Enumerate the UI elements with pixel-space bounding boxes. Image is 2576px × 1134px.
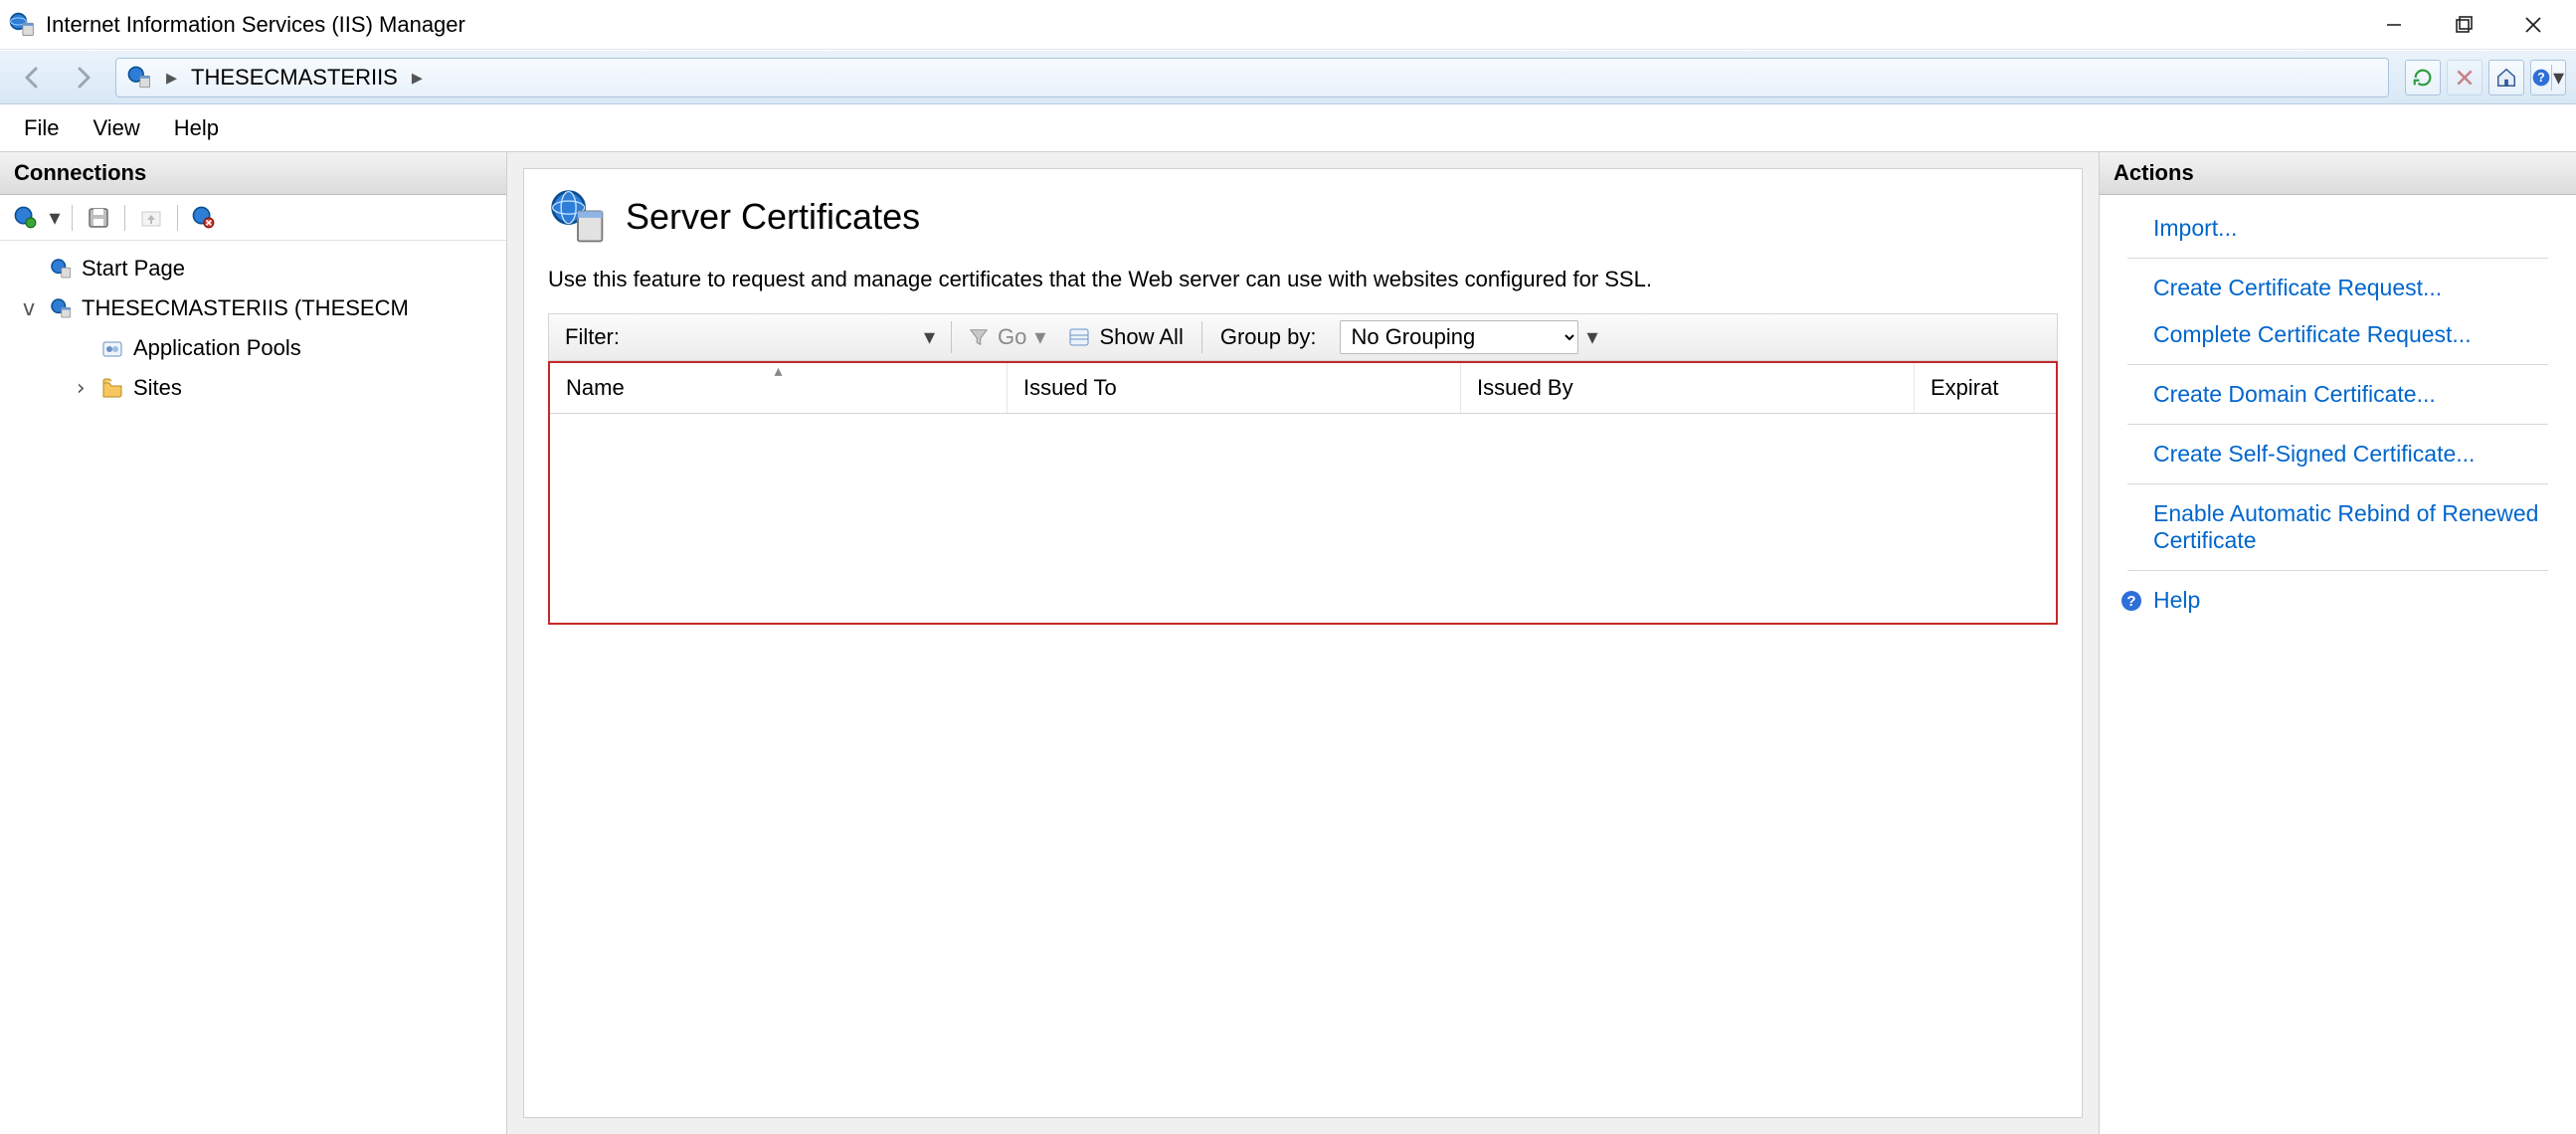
action-create-self-signed-cert-label: Create Self-Signed Certificate... <box>2153 441 2475 468</box>
svg-text:?: ? <box>2126 593 2135 610</box>
server-node-icon <box>48 295 74 321</box>
breadcrumb-separator-icon: ▸ <box>166 65 177 91</box>
actions-header: Actions <box>2100 152 2576 195</box>
expand-icon[interactable]: › <box>70 376 92 401</box>
action-import-label: Import... <box>2153 215 2237 242</box>
filter-input[interactable] <box>636 320 914 354</box>
stop-button[interactable] <box>2447 60 2483 95</box>
connections-tree: Start Page v THESECMASTERIIS (THESECM Ap… <box>0 241 506 408</box>
chevron-down-icon[interactable]: ▾ <box>48 205 62 231</box>
tree-app-pools-label: Application Pools <box>133 335 301 361</box>
show-all-button[interactable]: Show All <box>1055 324 1195 350</box>
filter-dropdown-icon[interactable]: ▾ <box>914 324 945 350</box>
sort-ascending-icon: ▴ <box>774 361 782 381</box>
server-certificates-icon <box>548 187 608 247</box>
breadcrumb-server[interactable]: THESECMASTERIIS <box>191 65 398 91</box>
up-level-button[interactable] <box>135 202 167 234</box>
tree-app-pools[interactable]: Application Pools <box>14 328 506 368</box>
tree-sites-label: Sites <box>133 375 182 401</box>
action-enable-auto-rebind-label: Enable Automatic Rebind of Renewed Certi… <box>2153 500 2546 554</box>
maximize-button[interactable] <box>2429 0 2498 50</box>
action-create-cert-request-label: Create Certificate Request... <box>2153 275 2442 301</box>
group-by-select[interactable]: No Grouping <box>1340 320 1578 354</box>
action-complete-cert-request[interactable]: Complete Certificate Request... <box>2100 311 2576 358</box>
actions-panel: Actions Import... Create Certificate Req… <box>2099 152 2576 1134</box>
navbar-right-icons: ? ▾ <box>2399 60 2566 95</box>
grid-header-row: ▴ Name Issued To Issued By Expirat <box>550 363 2056 414</box>
group-by-extra-dropdown[interactable]: ▾ <box>1578 324 1605 350</box>
filter-toolbar: Filter: ▾ Go ▾ Show All Group by: No Gro… <box>548 313 2058 361</box>
breadcrumb-separator-icon: ▸ <box>412 65 423 91</box>
server-node-icon <box>126 65 152 91</box>
column-header-expiration-label: Expirat <box>1931 375 1998 400</box>
connections-toolbar: ▾ <box>0 195 506 241</box>
page-title: Server Certificates <box>626 196 920 238</box>
close-button[interactable] <box>2498 0 2568 50</box>
action-help-label: Help <box>2153 587 2200 614</box>
iis-app-icon <box>8 11 36 39</box>
chevron-down-icon[interactable]: ▾ <box>2551 65 2565 91</box>
nav-back-button[interactable] <box>10 56 56 99</box>
svg-text:?: ? <box>2537 71 2545 85</box>
funnel-icon <box>968 326 990 348</box>
column-header-name-label: Name <box>566 375 625 400</box>
page-description: Use this feature to request and manage c… <box>548 265 1960 295</box>
start-page-icon <box>48 256 74 282</box>
tree-start-page[interactable]: Start Page <box>14 249 506 288</box>
menu-view[interactable]: View <box>92 115 139 141</box>
menu-file[interactable]: File <box>24 115 59 141</box>
filter-go-button[interactable]: Go ▾ <box>958 324 1055 350</box>
column-header-issued-by-label: Issued By <box>1477 375 1573 400</box>
save-connections-button[interactable] <box>83 202 114 234</box>
action-create-domain-cert[interactable]: Create Domain Certificate... <box>2100 371 2576 418</box>
action-create-domain-cert-label: Create Domain Certificate... <box>2153 381 2436 408</box>
sites-folder-icon <box>99 375 125 401</box>
window-title: Internet Information Services (IIS) Mana… <box>46 12 465 38</box>
action-complete-cert-request-label: Complete Certificate Request... <box>2153 321 2472 348</box>
content-area: Server Certificates Use this feature to … <box>507 152 2099 1134</box>
collapse-icon[interactable]: v <box>18 296 40 321</box>
action-create-self-signed-cert[interactable]: Create Self-Signed Certificate... <box>2100 431 2576 477</box>
help-icon: ? <box>2119 589 2143 613</box>
connect-button[interactable] <box>10 202 42 234</box>
minimize-button[interactable] <box>2359 0 2429 50</box>
address-bar[interactable]: ▸ THESECMASTERIIS ▸ <box>115 58 2389 97</box>
app-pools-icon <box>99 335 125 361</box>
titlebar: Internet Information Services (IIS) Mana… <box>0 0 2576 50</box>
connections-header: Connections <box>0 152 506 195</box>
tree-server-node[interactable]: v THESECMASTERIIS (THESECM <box>14 288 506 328</box>
chevron-down-icon: ▾ <box>1034 324 1045 350</box>
action-enable-auto-rebind[interactable]: Enable Automatic Rebind of Renewed Certi… <box>2100 490 2576 564</box>
certificates-grid: ▴ Name Issued To Issued By Expirat <box>548 361 2058 625</box>
tree-server-node-label: THESECMASTERIIS (THESECM <box>82 295 409 321</box>
action-help[interactable]: ? Help <box>2100 577 2576 624</box>
nav-forward-button[interactable] <box>60 56 105 99</box>
group-by-label: Group by: <box>1208 324 1333 350</box>
show-all-label: Show All <box>1099 324 1183 350</box>
grid-body-empty[interactable] <box>550 414 2056 623</box>
home-button[interactable] <box>2488 60 2524 95</box>
menu-help[interactable]: Help <box>174 115 219 141</box>
tree-start-page-label: Start Page <box>82 256 185 282</box>
column-header-name[interactable]: ▴ Name <box>550 363 1008 413</box>
tree-sites[interactable]: › Sites <box>14 368 506 408</box>
filter-label: Filter: <box>549 324 636 350</box>
help-dropdown-button[interactable]: ? ▾ <box>2530 60 2566 95</box>
remove-connection-button[interactable] <box>188 202 220 234</box>
refresh-button[interactable] <box>2405 60 2441 95</box>
column-header-issued-by[interactable]: Issued By <box>1461 363 1915 413</box>
menubar: File View Help <box>0 104 2576 152</box>
connections-panel: Connections ▾ Start Page v THESECMASTERI… <box>0 152 507 1134</box>
show-all-icon <box>1067 325 1091 349</box>
column-header-issued-to[interactable]: Issued To <box>1008 363 1461 413</box>
column-header-issued-to-label: Issued To <box>1023 375 1117 400</box>
filter-go-label: Go <box>998 324 1026 350</box>
column-header-expiration[interactable]: Expirat <box>1915 363 2056 413</box>
action-import[interactable]: Import... <box>2100 205 2576 252</box>
navbar: ▸ THESECMASTERIIS ▸ ? ▾ <box>0 50 2576 104</box>
action-create-cert-request[interactable]: Create Certificate Request... <box>2100 265 2576 311</box>
